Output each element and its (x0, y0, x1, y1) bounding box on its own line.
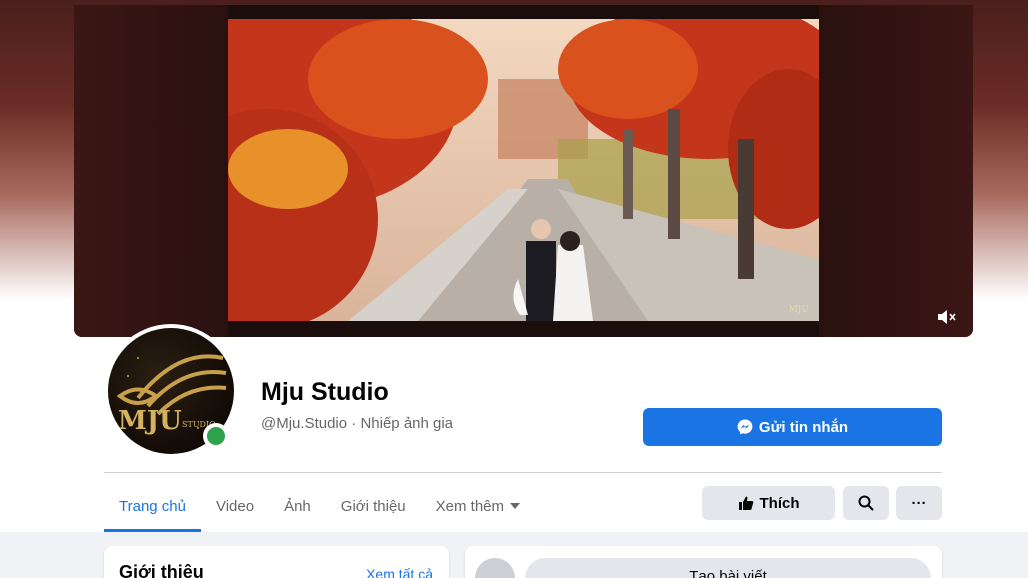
page-handle: @Mju.Studio (261, 415, 348, 432)
tab-home[interactable]: Trang chủ (104, 480, 201, 532)
tab-about-label: Giới thiệu (340, 497, 406, 515)
meta-separator: · (351, 415, 357, 432)
intro-card: Giới thiệu Xem tất cả (104, 546, 449, 578)
page-subtitle: @Mju.Studio · Nhiếp ảnh gia (261, 415, 453, 432)
thumbs-up-icon (738, 496, 753, 510)
messenger-icon (737, 419, 753, 435)
tab-photos[interactable]: Ảnh (269, 480, 326, 532)
more-options-button[interactable]: ··· (896, 486, 942, 520)
intro-see-all-link[interactable]: Xem tất cả (366, 566, 433, 578)
composer-avatar (475, 558, 515, 578)
search-icon (858, 495, 874, 511)
send-message-button[interactable]: Gửi tin nhắn (643, 408, 942, 446)
search-button[interactable] (843, 486, 889, 520)
online-status-dot (203, 423, 229, 449)
page-tabs: Trang chủ Video Ảnh Giới thiệu Xem thêm (104, 480, 535, 532)
like-label: Thích (759, 494, 800, 512)
intro-title: Giới thiệu (119, 562, 204, 578)
like-button[interactable]: Thích (702, 486, 835, 520)
cover-video[interactable]: MJU (74, 5, 973, 337)
header-divider (104, 472, 942, 473)
caret-down-icon (510, 503, 521, 509)
avatar-brand-text: MJU (118, 406, 182, 436)
cover-photo: MJU (228, 19, 819, 321)
tab-video-label: Video (215, 497, 255, 515)
page-title: Mju Studio (261, 378, 389, 406)
page-category: Nhiếp ảnh gia (360, 415, 454, 432)
more-options-icon: ··· (911, 494, 927, 512)
tab-more[interactable]: Xem thêm (421, 480, 535, 532)
create-post-label: Tạo bài viết (689, 568, 767, 578)
create-post-button[interactable]: Tạo bài viết (525, 558, 931, 578)
tab-home-label: Trang chủ (119, 497, 186, 515)
tab-photos-label: Ảnh (284, 497, 311, 515)
send-message-label: Gửi tin nhắn (758, 418, 849, 436)
tab-about[interactable]: Giới thiệu (326, 480, 421, 532)
tab-video[interactable]: Video (201, 480, 269, 532)
speaker-muted-icon (938, 310, 956, 324)
composer-card: Tạo bài viết (465, 546, 942, 578)
cover-blur-right (819, 5, 973, 337)
mute-button[interactable] (935, 305, 959, 329)
cover-blur-left (74, 5, 228, 337)
tab-more-label: Xem thêm (435, 497, 505, 515)
cover-scene (228, 19, 819, 321)
cover-watermark: MJU (788, 305, 809, 315)
